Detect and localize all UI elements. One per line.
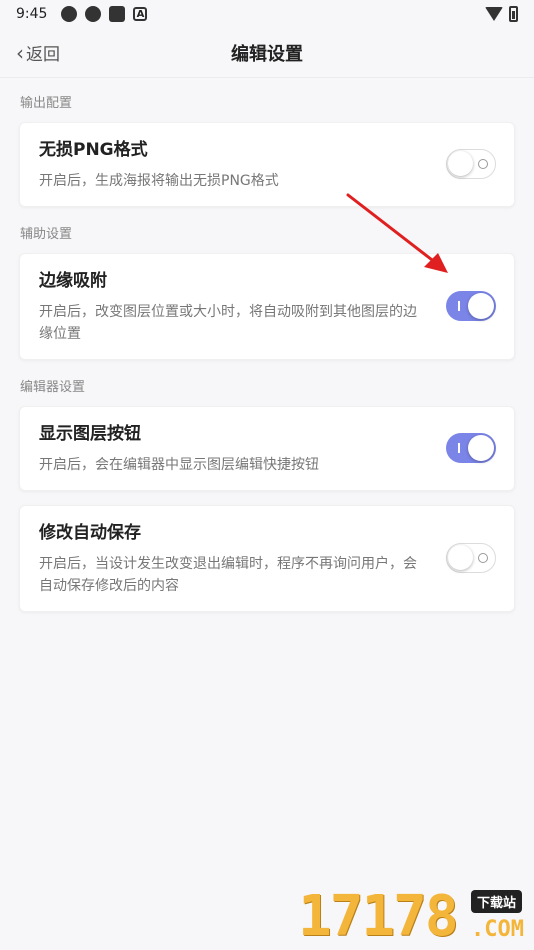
back-button[interactable]: ‹ 返回 — [16, 40, 60, 66]
setting-title: 边缘吸附 — [39, 271, 107, 291]
watermark-logo: 17178 下载站 .COM — [298, 888, 526, 946]
notification-app-icon — [85, 6, 102, 22]
toggle-on-indicator — [458, 442, 460, 453]
setting-card-show-layer-buttons: 显示图层按钮 开启后，会在编辑器中显示图层编辑快捷按钮 — [19, 406, 515, 491]
toggle-knob — [468, 292, 494, 319]
edge-snap-toggle[interactable] — [446, 290, 496, 321]
nav-bar: ‹ 返回 编辑设置 — [0, 28, 534, 78]
auto-save-toggle[interactable] — [446, 542, 496, 573]
wifi-icon — [485, 7, 503, 21]
lossless-png-toggle[interactable] — [446, 148, 496, 179]
show-layer-buttons-toggle[interactable] — [446, 432, 496, 463]
back-label: 返回 — [26, 45, 60, 65]
section-label-editor: 编辑器设置 — [20, 380, 86, 395]
setting-description: 开启后，生成海报将输出无损PNG格式 — [39, 173, 279, 189]
toggle-on-indicator — [458, 300, 460, 311]
section-label-output: 输出配置 — [20, 96, 73, 111]
toggle-knob — [448, 544, 473, 570]
setting-card-lossless-png: 无损PNG格式 开启后，生成海报将输出无损PNG格式 — [19, 122, 515, 207]
setting-card-auto-save: 修改自动保存 开启后，当设计发生改变退出编辑时，程序不再询问用户，会自动保存修改… — [19, 505, 515, 612]
setting-description: 开启后，会在编辑器中显示图层编辑快捷按钮 — [39, 457, 319, 473]
toggle-off-indicator — [478, 158, 488, 169]
battery-icon — [509, 6, 518, 22]
toggle-knob — [468, 434, 494, 461]
notification-app-icon — [61, 6, 78, 22]
setting-title: 修改自动保存 — [39, 523, 141, 543]
watermark-badge: 下载站 — [470, 890, 522, 913]
notification-icons: A — [61, 6, 148, 22]
setting-description: 开启后，当设计发生改变退出编辑时，程序不再询问用户，会自动保存修改后的内容 — [39, 556, 417, 594]
setting-description: 开启后，改变图层位置或大小时，将自动吸附到其他图层的边缘位置 — [39, 304, 417, 342]
setting-title: 显示图层按钮 — [39, 424, 141, 444]
chevron-left-icon: ‹ — [16, 40, 24, 65]
watermark-digits: 17178 — [298, 884, 459, 949]
status-bar: 9:45 A — [0, 0, 534, 28]
watermark-suffix: .COM — [471, 917, 524, 942]
notification-square-icon — [109, 6, 126, 22]
status-time: 9:45 — [16, 6, 48, 22]
setting-title: 无损PNG格式 — [39, 140, 148, 160]
setting-card-edge-snap: 边缘吸附 开启后，改变图层位置或大小时，将自动吸附到其他图层的边缘位置 — [19, 253, 515, 360]
section-label-assist: 辅助设置 — [20, 227, 73, 242]
toggle-knob — [448, 150, 473, 176]
page-title: 编辑设置 — [231, 43, 303, 65]
toggle-off-indicator — [478, 552, 488, 563]
notification-a-icon: A — [133, 7, 148, 21]
